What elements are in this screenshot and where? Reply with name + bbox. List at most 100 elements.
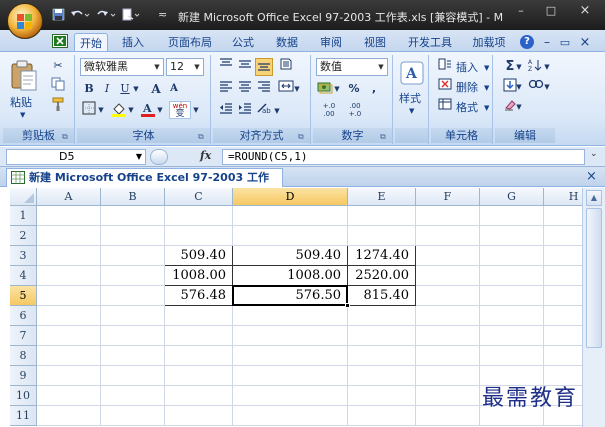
cell-e1[interactable] [348, 206, 416, 226]
tab-addins[interactable]: 加载项 [468, 33, 510, 52]
formula-bar-splitter-icon[interactable] [150, 149, 168, 165]
column-header-g[interactable]: G [480, 188, 544, 206]
text-direction-icon[interactable]: ab [256, 102, 274, 120]
row-header-4[interactable]: 4 [10, 266, 37, 286]
borders-icon[interactable] [80, 101, 98, 119]
borders-dropdown-icon[interactable]: ▼ [97, 101, 105, 119]
cell-e4[interactable]: 2520.00 [348, 266, 416, 286]
fill-handle[interactable] [345, 303, 350, 308]
font-launcher-icon[interactable]: ⧉ [198, 132, 207, 141]
cell-c3[interactable]: 509.40 [165, 246, 233, 266]
delete-cells-label[interactable]: 删除 [455, 78, 479, 98]
align-left-icon[interactable] [217, 80, 235, 98]
office-button[interactable] [7, 3, 43, 39]
cell-c11[interactable] [165, 406, 233, 426]
phonetic-dropdown-icon[interactable]: ▼ [192, 101, 200, 119]
ribbon-close-button[interactable]: × [578, 33, 592, 52]
name-box-dropdown-icon[interactable]: ▼ [136, 150, 142, 164]
increase-indent-icon[interactable] [236, 102, 254, 120]
bold-button[interactable]: B [80, 80, 98, 98]
cell-b1[interactable] [101, 206, 165, 226]
cell-a1[interactable] [37, 206, 101, 226]
cell-f9[interactable] [416, 366, 480, 386]
format-cells-icon[interactable] [436, 98, 454, 116]
cell-g8[interactable] [480, 346, 544, 366]
tab-view[interactable]: 视图 [358, 33, 392, 52]
font-color-dropdown-icon[interactable]: ▼ [156, 101, 164, 119]
cell-c6[interactable] [165, 306, 233, 326]
cell-e2[interactable] [348, 226, 416, 246]
cell-e9[interactable] [348, 366, 416, 386]
cell-f2[interactable] [416, 226, 480, 246]
cell-a10[interactable] [37, 386, 101, 406]
cell-c5[interactable]: 576.48 [165, 286, 233, 306]
row-header-11[interactable]: 11 [10, 406, 37, 426]
cell-e5[interactable]: 815.40 [348, 286, 416, 306]
delete-cells-icon[interactable] [436, 78, 454, 96]
cell-c8[interactable] [165, 346, 233, 366]
cell-b3[interactable] [101, 246, 165, 266]
scroll-up-button[interactable]: ▲ [586, 190, 602, 206]
tab-review[interactable]: 审阅 [314, 33, 348, 52]
cell-a6[interactable] [37, 306, 101, 326]
cell-g1[interactable] [480, 206, 544, 226]
align-middle-icon[interactable] [236, 58, 254, 76]
cell-e11[interactable] [348, 406, 416, 426]
help-icon[interactable]: ? [520, 35, 534, 49]
formula-input[interactable]: =ROUND(C5,1) [222, 149, 585, 165]
cell-b9[interactable] [101, 366, 165, 386]
copy-icon[interactable] [49, 77, 67, 95]
row-header-2[interactable]: 2 [10, 226, 37, 246]
cell-f10[interactable] [416, 386, 480, 406]
cell-e3[interactable]: 1274.40 [348, 246, 416, 266]
row-header-7[interactable]: 7 [10, 326, 37, 346]
cell-b11[interactable] [101, 406, 165, 426]
cell-f1[interactable] [416, 206, 480, 226]
workbook-tab[interactable]: 新建 Microsoft Office Excel 97-2003 工作表.xl… [6, 168, 283, 202]
phonetic-icon[interactable]: wén 变 [169, 101, 191, 119]
column-header-e[interactable]: E [348, 188, 416, 206]
cell-f7[interactable] [416, 326, 480, 346]
row-header-8[interactable]: 8 [10, 346, 37, 366]
tab-page-layout[interactable]: 页面布局 [162, 33, 218, 52]
align-right-icon[interactable] [255, 80, 273, 98]
cell-h7[interactable] [544, 326, 582, 346]
cell-c4[interactable]: 1008.00 [165, 266, 233, 286]
maximize-button[interactable]: □ [538, 2, 564, 20]
shrink-font-button[interactable]: A [165, 80, 183, 98]
cell-g5[interactable] [480, 286, 544, 306]
cell-c9[interactable] [165, 366, 233, 386]
cell-h3[interactable] [544, 246, 582, 266]
cell-h8[interactable] [544, 346, 582, 366]
cell-g3[interactable] [480, 246, 544, 266]
insert-cells-icon[interactable] [436, 58, 454, 76]
cell-a11[interactable] [37, 406, 101, 426]
text-direction-dropdown-icon[interactable]: ▼ [273, 102, 281, 120]
underline-dropdown-icon[interactable]: ▼ [132, 80, 140, 98]
orientation-icon[interactable] [277, 58, 295, 76]
decrease-indent-icon[interactable] [217, 102, 235, 120]
merge-dropdown-icon[interactable]: ▼ [293, 80, 301, 98]
row-header-6[interactable]: 6 [10, 306, 37, 326]
cell-e10[interactable] [348, 386, 416, 406]
cell-g4[interactable] [480, 266, 544, 286]
redo-icon[interactable] [96, 8, 116, 22]
cell-b8[interactable] [101, 346, 165, 366]
cell-c10[interactable] [165, 386, 233, 406]
cell-h6[interactable] [544, 306, 582, 326]
cell-b5[interactable] [101, 286, 165, 306]
cell-c2[interactable] [165, 226, 233, 246]
grow-font-button[interactable]: A [147, 80, 165, 98]
align-center-icon[interactable] [236, 80, 254, 98]
styles-button[interactable]: A 样式 ▼ [398, 59, 426, 119]
decrease-decimal-button[interactable]: .00 +.0 [343, 102, 367, 120]
row-header-10[interactable]: 10 [10, 386, 37, 406]
tab-insert[interactable]: 插入 [116, 33, 150, 52]
currency-dropdown-icon[interactable]: ▼ [333, 80, 341, 98]
cell-a2[interactable] [37, 226, 101, 246]
number-format-combo[interactable]: 数值 ▼ [316, 58, 388, 76]
paste-dropdown-icon[interactable]: ▼ [19, 105, 26, 125]
find-dropdown-icon[interactable]: ▼ [543, 78, 551, 96]
column-header-d[interactable]: D [233, 188, 348, 206]
clipboard-launcher-icon[interactable]: ⧉ [62, 132, 71, 141]
